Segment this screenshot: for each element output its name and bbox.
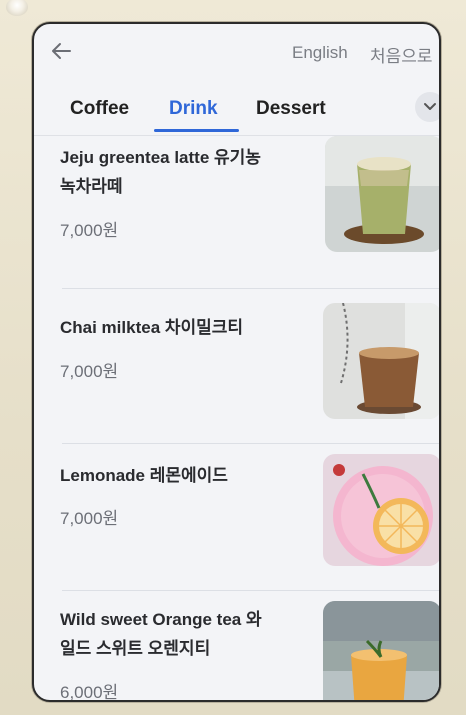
menu-item[interactable]: Jeju greentea latte 유기농 녹차라떼 7,000원 <box>34 136 439 289</box>
home-button[interactable]: 처음으로 <box>370 42 433 67</box>
chevron-down-icon <box>424 103 436 110</box>
menu-item-name: Wild sweet Orange tea 와 <box>60 610 262 629</box>
top-bar: English 처음으로 <box>34 24 439 86</box>
back-button[interactable] <box>48 38 74 64</box>
menu-item-price: 7,000원 <box>60 362 119 381</box>
lemonade-photo <box>323 454 439 566</box>
menu-item[interactable]: Wild sweet Orange tea 와 일드 스위트 오렌지티 6,00… <box>34 591 439 702</box>
menu-item-name: Chai milktea 차이밀크티 <box>60 318 244 337</box>
menu-item-name: Lemonade 레몬에이드 <box>60 466 228 485</box>
category-tabs: Coffee Drink Dessert <box>34 86 439 136</box>
menu-list: Jeju greentea latte 유기농 녹차라떼 7,000원 Chai… <box>34 136 439 700</box>
tab-drink[interactable]: Drink <box>169 98 218 120</box>
menu-item-name: Jeju greentea latte 유기농 <box>60 148 261 167</box>
arrow-left-icon <box>52 43 71 59</box>
menu-item-price: 7,000원 <box>60 509 119 528</box>
menu-item[interactable]: Chai milktea 차이밀크티 7,000원 <box>34 289 439 444</box>
greentea-latte-photo <box>325 136 439 252</box>
menu-item[interactable]: Lemonade 레몬에이드 7,000원 <box>34 444 439 591</box>
menu-item-name-line2: 일드 스위트 오렌지티 <box>60 639 211 658</box>
menu-item-name-line2: 녹차라떼 <box>60 177 123 196</box>
language-toggle-button[interactable]: English <box>292 43 348 63</box>
chai-milktea-photo <box>323 303 439 419</box>
orange-tea-photo <box>323 601 439 700</box>
expand-tabs-button[interactable] <box>415 92 439 122</box>
kiosk-screen: English 처음으로 Coffee Drink Dessert Jeju g… <box>32 22 441 702</box>
tab-dessert[interactable]: Dessert <box>256 98 326 120</box>
menu-item-price: 6,000원 <box>60 683 119 702</box>
tab-coffee[interactable]: Coffee <box>70 98 129 120</box>
menu-item-price: 7,000원 <box>60 221 119 240</box>
active-tab-indicator <box>154 129 239 132</box>
